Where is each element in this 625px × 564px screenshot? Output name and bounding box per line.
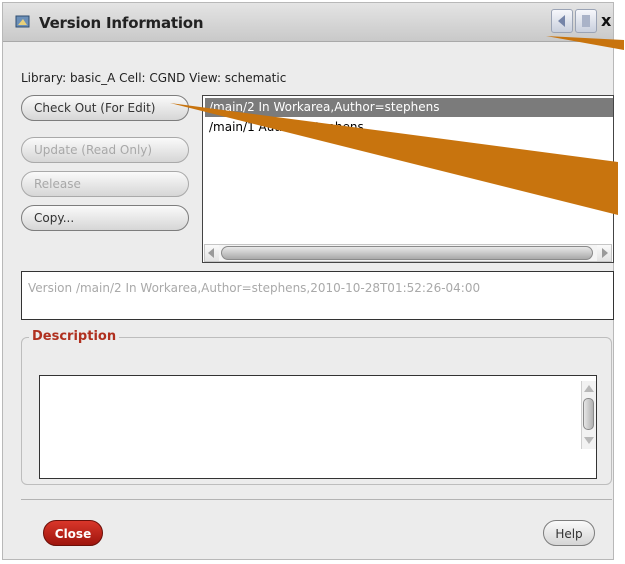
scroll-down-icon[interactable] xyxy=(584,437,594,444)
maximize-icon[interactable] xyxy=(575,9,597,33)
footer-divider xyxy=(21,499,612,500)
close-button[interactable]: Close xyxy=(43,520,103,546)
check-out-button[interactable]: Check Out (For Edit) xyxy=(21,95,189,121)
help-button[interactable]: Help xyxy=(543,520,595,546)
library-cell-view-info: Library: basic_A Cell: CGND View: schema… xyxy=(21,71,287,85)
version-details-field[interactable]: Version /main/2 In Workarea,Author=steph… xyxy=(21,271,614,320)
scroll-thumb[interactable] xyxy=(583,398,594,430)
version-list-horizontal-scrollbar[interactable] xyxy=(204,244,612,262)
window-title: Version Information xyxy=(39,14,204,32)
list-item[interactable]: /main/2 In Workarea,Author=stephens xyxy=(205,98,613,117)
close-icon[interactable]: x xyxy=(601,13,611,29)
scroll-thumb[interactable] xyxy=(221,246,593,260)
title-bar[interactable]: Version Information x xyxy=(3,3,613,42)
list-item[interactable]: /main/1 Author=stephens xyxy=(205,118,364,137)
scroll-left-icon[interactable] xyxy=(205,245,219,261)
version-list[interactable]: /main/2 In Workarea,Author=stephens /mai… xyxy=(202,95,614,263)
scroll-up-icon[interactable] xyxy=(584,385,594,392)
description-label: Description xyxy=(29,329,120,344)
minimize-icon[interactable] xyxy=(551,9,573,33)
release-button[interactable]: Release xyxy=(21,171,189,197)
description-vertical-scrollbar[interactable] xyxy=(581,381,596,449)
description-textarea[interactable] xyxy=(39,375,597,479)
app-icon xyxy=(15,15,30,28)
version-information-dialog: Version Information x Library: basic_A C… xyxy=(2,2,614,560)
scroll-right-icon[interactable] xyxy=(597,245,611,261)
update-read-only-button[interactable]: Update (Read Only) xyxy=(21,137,189,163)
copy-button[interactable]: Copy... xyxy=(21,205,189,231)
